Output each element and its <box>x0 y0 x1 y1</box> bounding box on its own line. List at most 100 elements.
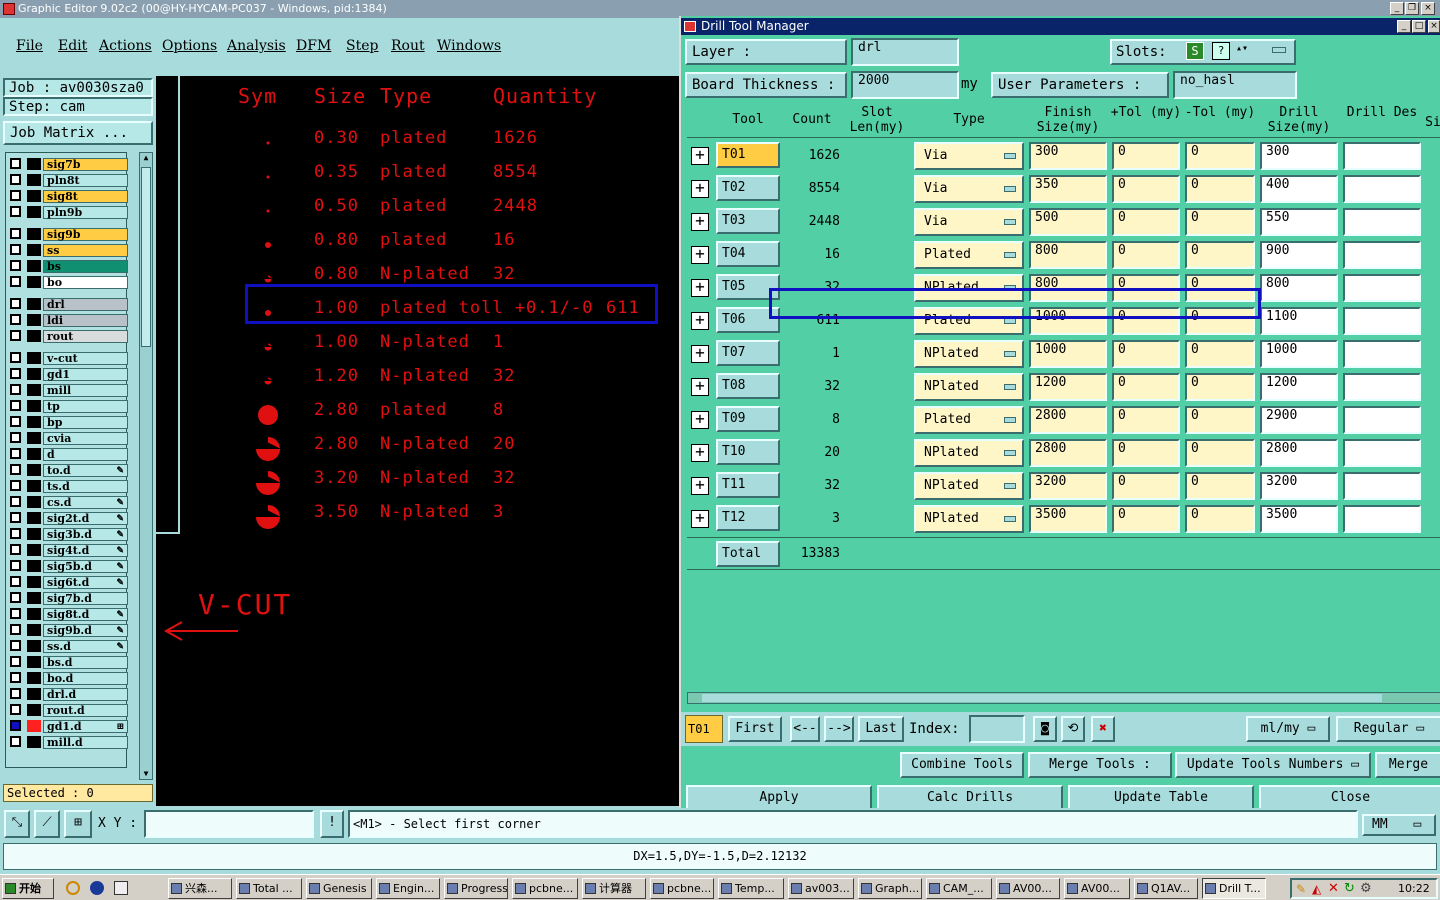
layer-row-tp[interactable]: tp <box>6 399 128 413</box>
scroll-up-arrow-icon[interactable]: ▲ <box>141 153 151 163</box>
layer-row-cs-d[interactable]: cs.d ✎ <box>6 495 128 509</box>
drill-size-input[interactable]: 300 <box>1260 142 1338 170</box>
taskbar-item[interactable]: Temp... <box>718 878 784 899</box>
tool-button[interactable]: T01 <box>716 142 780 168</box>
drill-size-input[interactable]: 800 <box>1260 274 1338 302</box>
user-parameters-input[interactable]: no_hasl <box>1173 71 1297 99</box>
minus-tol-input[interactable]: 0 <box>1185 241 1255 269</box>
type-dropdown[interactable]: NPlated <box>914 505 1024 533</box>
layer-checkbox[interactable] <box>10 512 21 523</box>
slots-spinner-icon[interactable]: ▴▾ <box>1236 38 1248 60</box>
drill-size-input[interactable]: 550 <box>1260 208 1338 236</box>
drill-des-input[interactable] <box>1343 175 1421 203</box>
layer-checkbox[interactable] <box>10 640 21 651</box>
type-dropdown[interactable]: NPlated <box>914 439 1024 467</box>
layer-name[interactable]: sig7b.d <box>43 592 128 605</box>
menu-analysis[interactable]: Analysis <box>227 38 286 54</box>
layer-row-sig2t-d[interactable]: sig2t.d ✎ <box>6 511 128 525</box>
layer-checkbox[interactable] <box>10 448 21 459</box>
layer-color-swatch[interactable] <box>27 368 41 380</box>
layer-checkbox[interactable] <box>10 528 21 539</box>
tool-button[interactable]: T09 <box>716 406 780 432</box>
layer-color-swatch[interactable] <box>27 672 41 684</box>
tool-button[interactable]: T11 <box>716 472 780 498</box>
layer-checkbox[interactable] <box>10 416 21 427</box>
layer-row-ts-d[interactable]: ts.d <box>6 479 128 493</box>
layer-row-sig7b-d[interactable]: sig7b.d <box>6 591 128 605</box>
layer-row-gd1[interactable]: gd1 <box>6 367 128 381</box>
layer-checkbox[interactable] <box>10 672 21 683</box>
layer-checkbox[interactable] <box>10 432 21 443</box>
layer-checkbox[interactable] <box>10 206 21 217</box>
layer-row-to-d[interactable]: to.d ✎ <box>6 463 128 477</box>
table-hscrollbar[interactable] <box>687 692 1440 704</box>
tool-button[interactable]: T04 <box>716 241 780 267</box>
layer-color-swatch[interactable] <box>27 528 41 540</box>
layer-checkbox[interactable] <box>10 736 21 747</box>
layer-color-swatch[interactable] <box>27 314 41 326</box>
layer-color-swatch[interactable] <box>27 656 41 668</box>
finish-size-input[interactable]: 800 <box>1029 241 1107 269</box>
taskbar-item[interactable]: Q1AV... <box>1134 878 1198 899</box>
layer-row-sig5b-d[interactable]: sig5b.d ✎ <box>6 559 128 573</box>
taskbar-item[interactable]: AV00... <box>1064 878 1130 899</box>
layer-color-swatch[interactable] <box>27 464 41 476</box>
layer-color-swatch[interactable] <box>27 228 41 240</box>
minus-tol-input[interactable]: 0 <box>1185 373 1255 401</box>
layer-color-swatch[interactable] <box>27 432 41 444</box>
layer-checkbox[interactable] <box>10 352 21 363</box>
combine-tools-button[interactable]: Combine Tools <box>900 752 1024 778</box>
layer-color-swatch[interactable] <box>27 592 41 604</box>
layer-name[interactable]: sig8t <box>43 190 128 203</box>
layer-name[interactable]: bo.d <box>43 672 128 685</box>
expand-icon[interactable]: + <box>691 444 709 462</box>
plus-tol-input[interactable]: 0 <box>1112 505 1180 533</box>
drill-des-input[interactable] <box>1343 373 1421 401</box>
layer-name[interactable]: gd1 <box>43 368 128 381</box>
drill-size-input[interactable]: 1000 <box>1260 340 1338 368</box>
refresh-icon[interactable]: ⟲ <box>1061 716 1085 742</box>
layer-checkbox[interactable] <box>10 400 21 411</box>
taskbar-item[interactable]: Progress <box>444 878 508 899</box>
minimize-button[interactable]: _ <box>1390 2 1404 15</box>
tool-button[interactable]: T07 <box>716 340 780 366</box>
prev-button[interactable]: <-- <box>790 716 820 742</box>
menu-file[interactable]: File <box>16 38 43 54</box>
layer-name[interactable]: ss.d ✎ <box>43 640 128 653</box>
layer-name[interactable]: ldi <box>43 314 128 327</box>
layer-name[interactable]: mill.d <box>43 736 128 749</box>
layer-color-swatch[interactable] <box>27 704 41 716</box>
layer-name[interactable]: sig5b.d ✎ <box>43 560 128 573</box>
layer-row-sig8t-d[interactable]: sig8t.d ✎ <box>6 607 128 621</box>
finish-size-input[interactable]: 500 <box>1029 208 1107 236</box>
drill-des-input[interactable] <box>1343 439 1421 467</box>
tool-button[interactable]: T10 <box>716 439 780 465</box>
layer-row-sig9b[interactable]: sig9b <box>6 227 128 241</box>
layer-checkbox[interactable] <box>10 608 21 619</box>
layer-color-swatch[interactable] <box>27 174 41 186</box>
plus-tol-input[interactable]: 0 <box>1112 472 1180 500</box>
menu-rout[interactable]: Rout <box>391 38 425 54</box>
menu-actions[interactable]: Actions <box>99 38 152 54</box>
minus-tol-input[interactable]: 0 <box>1185 340 1255 368</box>
taskbar-item[interactable]: pcbne... <box>512 878 578 899</box>
layer-checkbox[interactable] <box>10 276 21 287</box>
layer-row-ss-d[interactable]: ss.d ✎ <box>6 639 128 653</box>
layer-color-swatch[interactable] <box>27 260 41 272</box>
delete-icon[interactable]: ✖ <box>1091 716 1115 742</box>
layer-color-swatch[interactable] <box>27 736 41 748</box>
expand-icon[interactable]: + <box>691 345 709 363</box>
taskbar-item[interactable]: pcbne... <box>650 878 714 899</box>
layer-checkbox[interactable] <box>10 688 21 699</box>
expand-icon[interactable]: + <box>691 213 709 231</box>
layer-row-pln9b[interactable]: pln9b <box>6 205 128 219</box>
layer-list-scrollbar[interactable]: ▲ ▼ <box>139 152 153 780</box>
layer-color-swatch[interactable] <box>27 400 41 412</box>
layer-checkbox[interactable] <box>10 576 21 587</box>
drill-size-input[interactable]: 3200 <box>1260 472 1338 500</box>
quick-launch-clock-icon[interactable] <box>66 881 80 895</box>
slots-dropdown-icon[interactable] <box>1272 47 1286 53</box>
taskbar-item[interactable]: 兴森... <box>168 878 232 899</box>
type-dropdown[interactable]: Plated <box>914 241 1024 269</box>
layer-checkbox[interactable] <box>10 260 21 271</box>
